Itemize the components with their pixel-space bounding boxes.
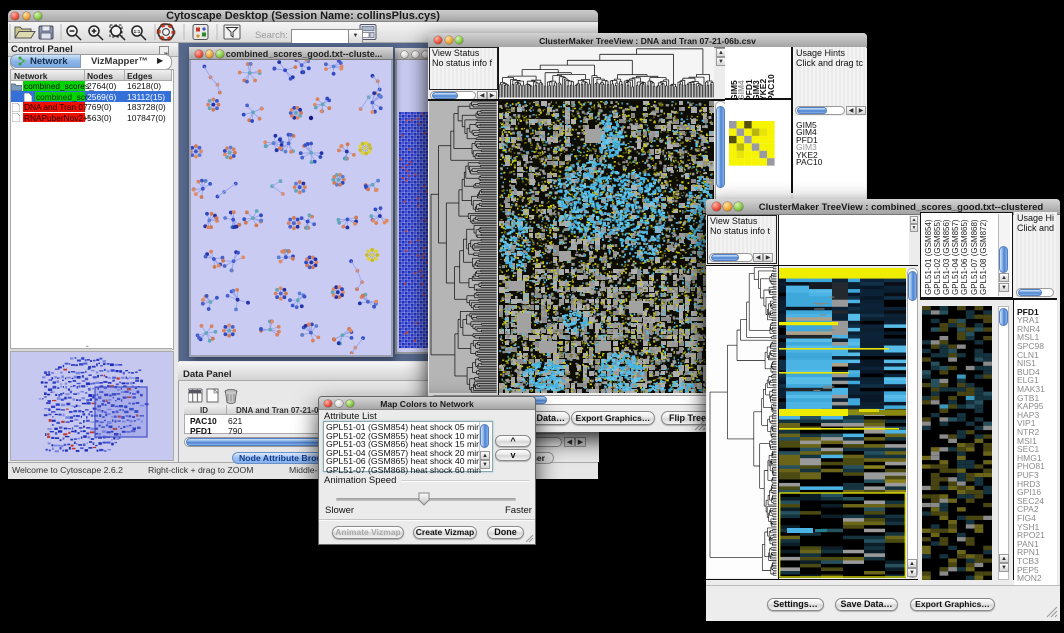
svg-text:1:1: 1:1 <box>134 29 141 34</box>
